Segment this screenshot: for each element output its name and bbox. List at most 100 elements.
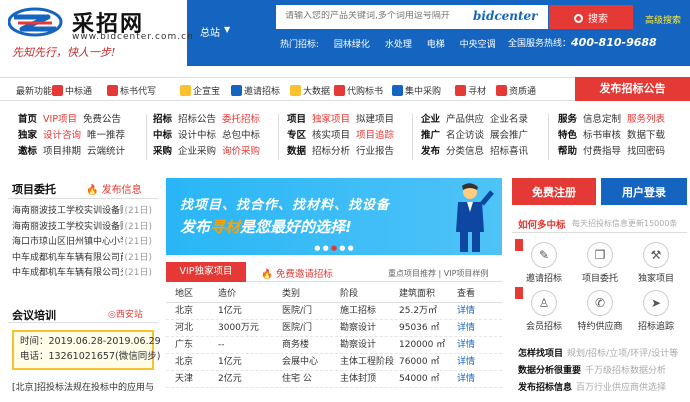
service-button[interactable]: ⚒ 独家项目 — [630, 242, 682, 286]
nav-link[interactable]: 唯一推荐 — [87, 130, 125, 141]
link-category[interactable]: 发布 — [421, 146, 440, 157]
nav-link[interactable]: 行业报告 — [356, 146, 394, 157]
function-item[interactable]: 企宣宝 — [180, 84, 220, 97]
link-category[interactable]: 数据 — [287, 146, 306, 157]
tab-extra-links[interactable]: 重点项目推荐 | VIP项目样例 — [388, 268, 488, 279]
function-item[interactable]: 标书代写 — [107, 84, 156, 97]
help-link[interactable]: 发布招标信息 百万行业供应商供选择 — [518, 380, 678, 397]
nav-link[interactable]: 拟建项目 — [356, 114, 394, 125]
post-announcement-button[interactable]: 发布招标公告 — [575, 77, 690, 101]
list-item[interactable]: 中车成都机车车辆有限公司前 (21日) — [12, 250, 152, 266]
function-item[interactable]: 集中采购 — [392, 84, 441, 97]
nav-link[interactable]: 分类信息 — [446, 146, 484, 157]
nav-link[interactable]: 付费指导 — [583, 146, 621, 157]
nav-link[interactable]: 产品供应 — [446, 114, 484, 125]
nav-link[interactable]: 设计咨询 — [43, 130, 81, 141]
nav-link[interactable]: 总包中标 — [222, 130, 260, 141]
tab-vip-projects[interactable]: VIP独家项目 — [166, 262, 246, 282]
function-item[interactable]: 寻材 — [455, 84, 486, 97]
link-category[interactable]: 招标 — [153, 114, 172, 125]
nav-link[interactable]: 核实项目 — [312, 130, 350, 141]
list-item[interactable]: 中车成都机车车辆有限公司头 (21日) — [12, 266, 152, 282]
function-item[interactable]: 中标通 — [52, 84, 92, 97]
training-location[interactable]: ◎西安站 — [108, 307, 143, 320]
detail-link[interactable]: 详情 — [457, 337, 475, 354]
detail-link[interactable]: 详情 — [457, 303, 475, 320]
link-category[interactable]: 邀标 — [18, 146, 37, 157]
table-row[interactable]: 河北 3000万元 医院/门 勘察设计 95036 ㎡ 详情 — [166, 320, 502, 337]
nav-link[interactable]: VIP项目 — [43, 114, 77, 125]
nav-link[interactable]: 项目排期 — [43, 146, 81, 157]
hot-item[interactable]: 电梯 — [427, 40, 445, 50]
link-category[interactable]: 独家 — [18, 130, 37, 141]
nav-link[interactable]: 服务列表 — [627, 114, 665, 125]
nav-link[interactable]: 标书审核 — [583, 130, 621, 141]
link-category[interactable]: 特色 — [558, 130, 577, 141]
service-button[interactable]: ✆ 特约供应商 — [574, 290, 626, 334]
register-button[interactable]: 免费注册 — [512, 178, 596, 205]
publish-info-link[interactable]: 🔥 发布信息 — [86, 181, 142, 196]
link-category[interactable]: 采购 — [153, 146, 172, 157]
link-category[interactable]: 服务 — [558, 114, 577, 125]
hot-item[interactable]: 水处理 — [385, 40, 412, 50]
detail-link[interactable]: 详情 — [457, 354, 475, 371]
nav-link[interactable]: 找回密码 — [627, 146, 665, 157]
hot-searches: 热门招标: 园林绿化 水处理 电梯 中央空调 — [280, 37, 508, 50]
nav-link[interactable]: 委托招标 — [222, 114, 260, 125]
table-row[interactable]: 北京 1亿元 会展中心 主体工程阶段 76000 ㎡ 详情 — [166, 354, 502, 371]
logo-icon[interactable] — [8, 7, 63, 37]
detail-link[interactable]: 详情 — [457, 371, 475, 388]
caret-down-icon[interactable]: ▼ — [224, 25, 230, 34]
nav-link[interactable]: 设计中标 — [178, 130, 216, 141]
nav-link[interactable]: 项目追踪 — [356, 130, 394, 141]
region-selector[interactable]: 总站 — [200, 24, 220, 39]
table-row[interactable]: 天津 2亿元 住宅 公 主体封顶 54000 ㎡ 详情 — [166, 371, 502, 388]
search-button[interactable]: 搜索 — [549, 5, 633, 29]
list-item[interactable]: 海口市琼山区旧州镇中心小学 (21日) — [12, 235, 152, 251]
tab-free-invite[interactable]: 🔥 免费邀请招标 — [261, 266, 333, 280]
help-link[interactable]: 怎样找项目 规划/招标/立项/环评/设计等 — [518, 346, 678, 363]
service-button[interactable]: ♙ 会员招标 — [515, 287, 570, 334]
link-category[interactable]: 推广 — [421, 130, 440, 141]
nav-link[interactable]: 独家项目 — [312, 114, 350, 125]
search-input[interactable] — [285, 11, 465, 21]
nav-link[interactable]: 信息定制 — [583, 114, 621, 125]
advanced-search-link[interactable]: 高级搜索 — [645, 13, 681, 26]
banner-carousel-dots[interactable]: ● ● ● ● ● — [166, 244, 502, 252]
service-button[interactable]: ❐ 项目委托 — [574, 242, 626, 286]
service-button[interactable]: ✎ 邀请招标 — [515, 239, 570, 286]
function-item[interactable]: 大数据 — [290, 84, 330, 97]
function-item[interactable]: 邀请招标 — [231, 84, 280, 97]
hot-item[interactable]: 中央空调 — [460, 40, 496, 50]
training-link[interactable]: [北京]招投标法规在投标中的应用与 — [12, 380, 162, 393]
link-category[interactable]: 中标 — [153, 130, 172, 141]
nav-link[interactable]: 询价采购 — [222, 146, 260, 157]
function-item[interactable]: 代购标书 — [334, 84, 383, 97]
nav-link[interactable]: 数据下载 — [627, 130, 665, 141]
function-item[interactable]: 资质通 — [496, 84, 536, 97]
list-item[interactable]: 海南丽波技工学校实训设备购 (21日) — [12, 219, 152, 235]
hot-item[interactable]: 园林绿化 — [334, 40, 370, 50]
nav-link[interactable]: 名企访谈 — [446, 130, 484, 141]
table-row[interactable]: 北京 1亿元 医院/门 施工招标 25.2万㎡ 详情 — [166, 303, 502, 320]
nav-link[interactable]: 企业名录 — [490, 114, 528, 125]
table-row[interactable]: 广东 -- 商务楼 勘察设计 120000 ㎡ 详情 — [166, 337, 502, 354]
link-category[interactable]: 首页 — [18, 114, 37, 125]
link-category[interactable]: 帮助 — [558, 146, 577, 157]
nav-link[interactable]: 招标分析 — [312, 146, 350, 157]
nav-link[interactable]: 云端统计 — [87, 146, 125, 157]
nav-link[interactable]: 招标喜讯 — [490, 146, 528, 157]
training-info-box[interactable]: 时间：2019.06.28-2019.06.29 电话：13261021657(… — [12, 330, 161, 370]
link-category[interactable]: 专区 — [287, 130, 306, 141]
link-category[interactable]: 企业 — [421, 114, 440, 125]
link-category[interactable]: 项目 — [287, 114, 306, 125]
login-button[interactable]: 用户登录 — [601, 178, 687, 205]
nav-link[interactable]: 免费公告 — [83, 114, 121, 125]
nav-link[interactable]: 企业采购 — [178, 146, 216, 157]
nav-link[interactable]: 展会推广 — [490, 130, 528, 141]
nav-link[interactable]: 招标公告 — [178, 114, 216, 125]
help-link[interactable]: 数据分析很重要 千万级招标数据分析 — [518, 363, 678, 380]
service-button[interactable]: ➤ 招标追踪 — [630, 290, 682, 334]
list-item[interactable]: 海南丽波技工学校实训设备购 (21日) — [12, 204, 152, 220]
detail-link[interactable]: 详情 — [457, 320, 475, 337]
